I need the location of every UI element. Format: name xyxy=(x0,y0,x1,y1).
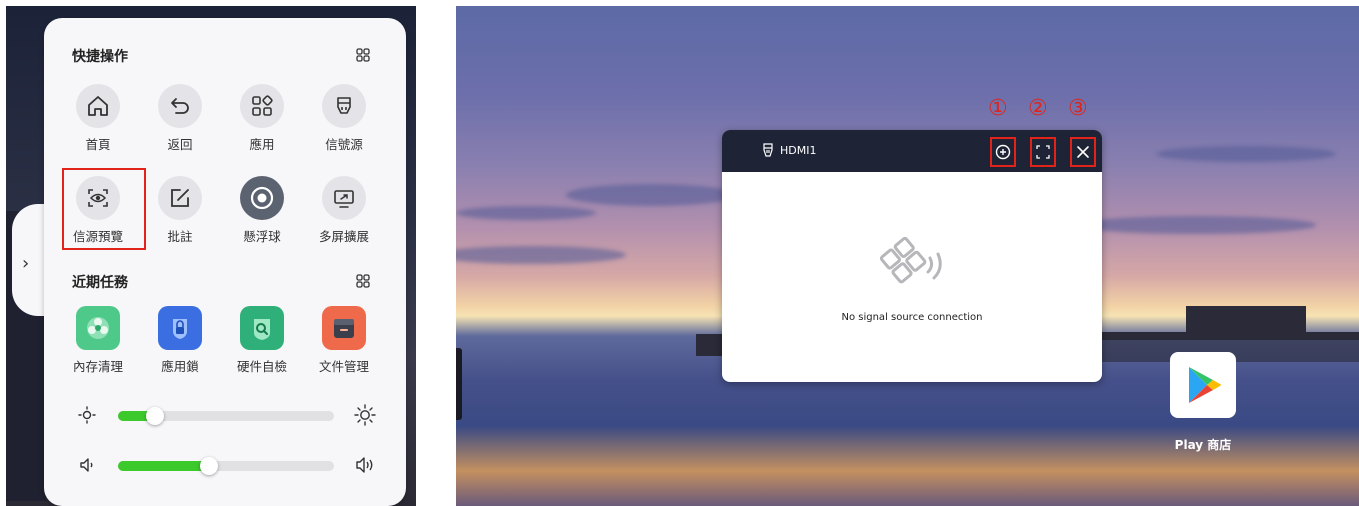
volume-fill xyxy=(118,461,209,471)
file-manager-icon xyxy=(334,319,354,338)
brightness-thumb[interactable] xyxy=(146,407,164,425)
cloud-decoration xyxy=(566,184,736,206)
hdmi-preview-window: HDMI1 No signal source connection xyxy=(722,130,1102,382)
apps-label: 應用 xyxy=(249,137,275,152)
multi-screen-label: 多屏擴展 xyxy=(318,229,369,244)
signal-source-icon xyxy=(337,97,351,114)
back-icon xyxy=(171,98,189,114)
fullscreen-icon xyxy=(1036,145,1050,159)
hardware-check-icon xyxy=(254,319,270,340)
cloud-decoration xyxy=(456,206,596,220)
apps-icon xyxy=(252,95,273,116)
floating-ball-icon xyxy=(250,186,274,210)
grid-edit-icon[interactable] xyxy=(356,48,370,62)
pier-house xyxy=(1186,306,1306,334)
control-panel-screenshot: › 快捷操作 首頁 返回 應用 信號源 信源預覽 批註 懸浮球 多屏擴展 近期任… xyxy=(6,6,416,506)
close-button[interactable] xyxy=(1070,137,1096,167)
brightness-low-icon xyxy=(78,406,96,424)
annotate-button[interactable]: 批註 xyxy=(145,176,215,245)
grid-edit-icon[interactable] xyxy=(356,274,370,288)
panel-collapse-tab[interactable] xyxy=(12,204,48,316)
chevron-right-icon[interactable]: › xyxy=(22,253,29,274)
file-manager-label: 文件管理 xyxy=(318,359,369,374)
highlight-source-preview xyxy=(62,168,146,250)
annotation-2: ② xyxy=(1028,96,1048,121)
play-store-app[interactable] xyxy=(1170,352,1236,418)
volume-thumb[interactable] xyxy=(200,457,218,475)
volume-slider[interactable] xyxy=(118,457,334,475)
memory-clean-app[interactable]: 內存清理 xyxy=(63,306,133,375)
quick-actions-title: 快捷操作 xyxy=(72,49,128,65)
play-store-label: Play 商店 xyxy=(1174,438,1232,452)
back-button[interactable]: 返回 xyxy=(145,84,215,153)
brightness-slider[interactable] xyxy=(118,407,334,425)
cloud-decoration xyxy=(456,246,626,264)
apps-button[interactable]: 應用 xyxy=(227,84,297,153)
app-lock-label: 應用鎖 xyxy=(161,359,199,374)
signal-source-label: 信號源 xyxy=(325,137,363,152)
no-signal-satellite-icon xyxy=(879,236,942,284)
volume-high-icon xyxy=(356,457,373,473)
no-signal-message: No signal source connection xyxy=(841,312,983,323)
home-button[interactable]: 首頁 xyxy=(63,84,133,153)
hardware-check-label: 硬件自檢 xyxy=(236,359,287,374)
cloud-decoration xyxy=(1076,216,1316,234)
hdmi-preview-screenshot: ① ② ③ HDMI1 No signal source connection … xyxy=(456,6,1359,506)
plus-circle-icon xyxy=(995,144,1011,160)
annotate-label: 批註 xyxy=(167,229,193,244)
edge-handle[interactable] xyxy=(456,348,462,420)
add-button[interactable] xyxy=(990,137,1016,167)
play-store-icon xyxy=(1189,367,1221,403)
file-manager-app[interactable]: 文件管理 xyxy=(309,306,379,375)
annotation-1: ① xyxy=(988,96,1008,121)
pier-left xyxy=(696,334,724,356)
recent-tasks-title: 近期任務 xyxy=(72,275,128,291)
back-label: 返回 xyxy=(167,137,193,152)
volume-low-icon xyxy=(80,458,93,472)
floating-ball-button[interactable]: 懸浮球 xyxy=(227,176,297,245)
memory-clean-icon xyxy=(87,317,109,339)
multi-screen-button[interactable]: 多屏擴展 xyxy=(309,176,379,245)
quick-panel: 快捷操作 首頁 返回 應用 信號源 信源預覽 批註 懸浮球 多屏擴展 近期任務 … xyxy=(44,18,406,506)
hdmi-icon xyxy=(763,143,773,157)
annotate-icon xyxy=(171,189,189,207)
floating-ball-label: 懸浮球 xyxy=(243,229,281,244)
hdmi-title-bar: HDMI1 xyxy=(722,130,1102,172)
home-label: 首頁 xyxy=(85,137,111,152)
multi-screen-icon xyxy=(334,190,354,208)
cloud-decoration xyxy=(1156,146,1336,162)
fullscreen-button[interactable] xyxy=(1030,137,1056,167)
app-lock-app[interactable]: 應用鎖 xyxy=(145,306,215,375)
hdmi-title: HDMI1 xyxy=(780,144,817,157)
memory-clean-label: 內存清理 xyxy=(72,359,123,374)
close-icon xyxy=(1077,146,1089,158)
annotation-3: ③ xyxy=(1068,96,1088,121)
hardware-check-app[interactable]: 硬件自檢 xyxy=(227,306,297,375)
brightness-high-icon xyxy=(354,404,376,426)
app-lock-icon xyxy=(173,319,187,339)
signal-source-button[interactable]: 信號源 xyxy=(309,84,379,153)
home-icon xyxy=(88,96,108,116)
